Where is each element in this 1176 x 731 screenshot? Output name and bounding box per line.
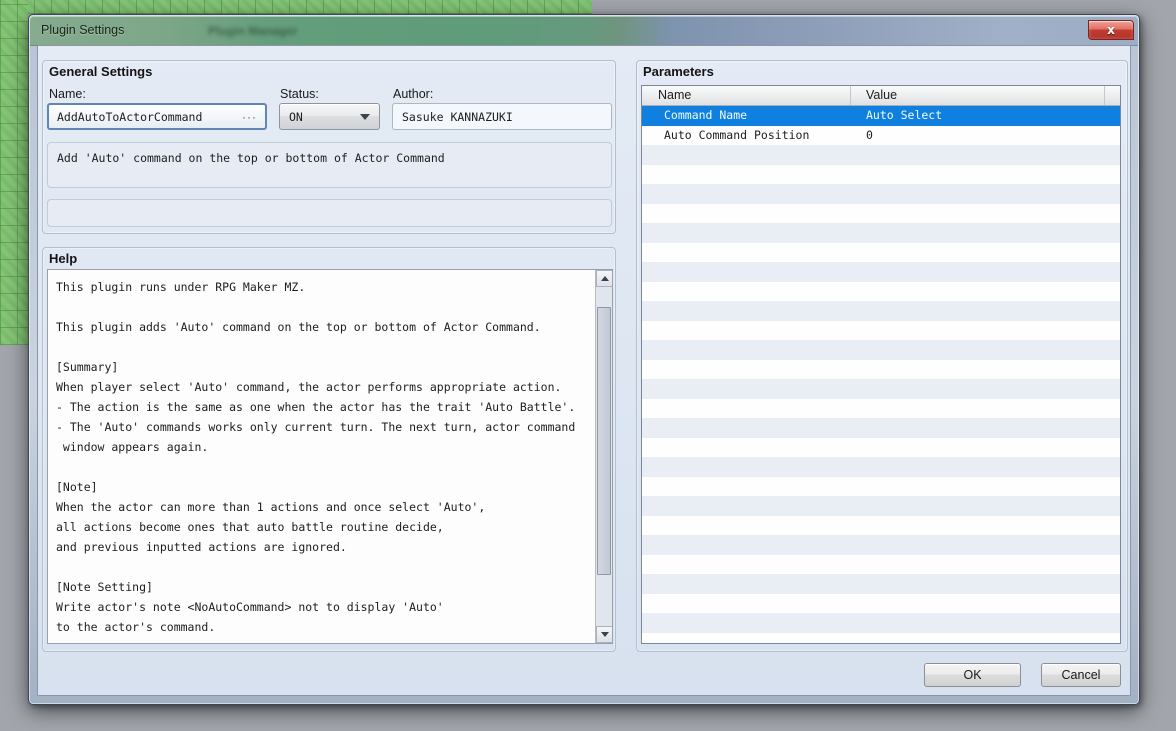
plugin-name-field[interactable]: AddAutoToActorCommand ··· [47, 103, 267, 130]
parameter-row-empty [642, 418, 1120, 438]
status-dropdown[interactable]: ON [279, 103, 380, 130]
plugin-settings-dialog: Plugin Manager Plugin Settings x General… [28, 14, 1140, 705]
parameter-row-empty [642, 535, 1120, 555]
parameters-group: Parameters Name Value Command NameAuto S… [636, 60, 1128, 652]
parameter-row-empty [642, 243, 1120, 263]
dialog-title: Plugin Settings [41, 23, 124, 37]
parameter-row-empty [642, 184, 1120, 204]
parameter-row-empty [642, 301, 1120, 321]
column-header-name[interactable]: Name [642, 86, 851, 105]
parameter-row-empty [642, 613, 1120, 633]
parameter-row-empty [642, 262, 1120, 282]
author-label: Author: [393, 87, 433, 101]
parameter-row-empty [642, 457, 1120, 477]
map-grid-background-top [0, 0, 592, 14]
scroll-down-icon[interactable] [596, 626, 613, 643]
parameter-row-empty [642, 145, 1120, 165]
column-header-extra [1105, 86, 1120, 105]
parameter-row-empty [642, 633, 1120, 645]
parameter-row[interactable]: Command NameAuto Select [642, 106, 1120, 126]
help-group: Help This plugin runs under RPG Maker MZ… [42, 247, 616, 652]
map-grid-background-left [0, 0, 28, 345]
parameter-row-empty [642, 165, 1120, 185]
parameter-row-empty [642, 223, 1120, 243]
help-text: This plugin runs under RPG Maker MZ. Thi… [48, 270, 595, 643]
status-value: ON [289, 110, 303, 124]
scroll-up-icon[interactable] [596, 270, 613, 287]
parameter-row-empty [642, 379, 1120, 399]
parameter-row-empty [642, 594, 1120, 614]
empty-info-box [47, 199, 612, 227]
general-settings-title: General Settings [49, 64, 152, 79]
ok-button[interactable]: OK [924, 663, 1021, 687]
help-textarea[interactable]: This plugin runs under RPG Maker MZ. Thi… [47, 269, 613, 644]
parameter-row-empty [642, 477, 1120, 497]
author-value: Sasuke KANNAZUKI [402, 110, 513, 124]
help-scrollbar[interactable] [595, 270, 612, 643]
name-label: Name: [49, 87, 86, 101]
author-field[interactable]: Sasuke KANNAZUKI [392, 103, 612, 130]
parameter-row-empty [642, 204, 1120, 224]
column-header-value[interactable]: Value [851, 86, 1105, 105]
parameter-row-empty [642, 555, 1120, 575]
scrollbar-thumb[interactable] [597, 307, 611, 575]
parameters-title: Parameters [643, 64, 714, 79]
plugin-name-value: AddAutoToActorCommand [57, 110, 202, 124]
plugin-description: Add 'Auto' command on the top or bottom … [47, 142, 612, 188]
parameter-row-empty [642, 574, 1120, 594]
parameter-row-empty [642, 360, 1120, 380]
parameter-row[interactable]: Auto Command Position0 [642, 126, 1120, 146]
parameters-table-body: Command NameAuto SelectAuto Command Posi… [642, 106, 1120, 644]
parameter-row-empty [642, 438, 1120, 458]
chevron-down-icon [360, 114, 370, 120]
parameter-row-empty [642, 496, 1120, 516]
parameter-row-empty [642, 399, 1120, 419]
parameters-table: Name Value Command NameAuto SelectAuto C… [641, 85, 1121, 644]
parameter-row-empty [642, 516, 1120, 536]
help-title: Help [49, 251, 77, 266]
parameter-row-empty [642, 340, 1120, 360]
dialog-titlebar[interactable]: Plugin Manager Plugin Settings x [30, 16, 1138, 46]
browse-button[interactable]: ··· [242, 110, 257, 124]
general-settings-group: General Settings Name: AddAutoToActorCom… [42, 60, 616, 234]
parameter-row-empty [642, 321, 1120, 341]
parameter-row-empty [642, 282, 1120, 302]
dialog-client-area: General Settings Name: AddAutoToActorCom… [37, 45, 1131, 696]
background-window-title: Plugin Manager [208, 24, 297, 38]
parameters-table-header: Name Value [642, 86, 1120, 106]
status-label: Status: [280, 87, 319, 101]
cancel-button[interactable]: Cancel [1041, 663, 1121, 687]
close-icon[interactable]: x [1088, 20, 1134, 40]
